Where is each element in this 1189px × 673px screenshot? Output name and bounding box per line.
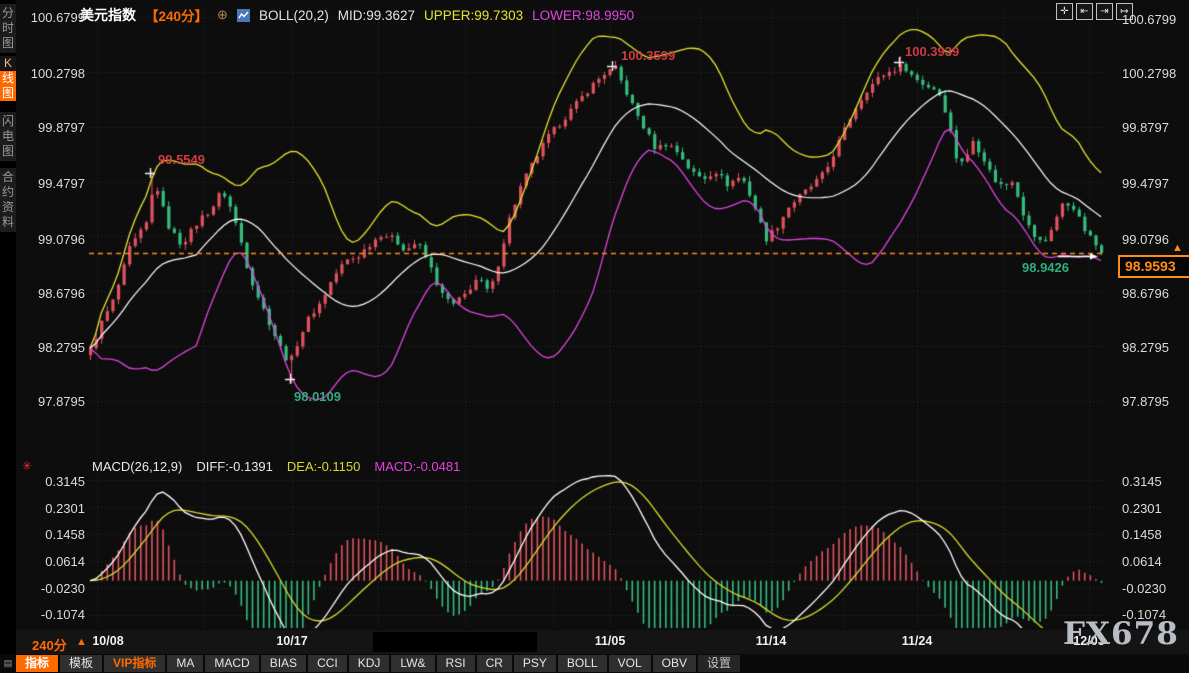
panel-handle-icon[interactable]: ▤ bbox=[0, 655, 16, 672]
macd-y-label-right: 0.3145 bbox=[1122, 474, 1162, 489]
axis-left-icon[interactable]: ⇤ bbox=[1076, 3, 1093, 20]
high-annotation-3: 100.3939 bbox=[905, 44, 959, 59]
y-axis-label-right: 100.2798 bbox=[1122, 66, 1176, 81]
toolbar-button-lw[interactable]: LW& bbox=[391, 655, 434, 672]
macd-y-label: 0.2301 bbox=[0, 501, 85, 516]
date-label: 11/05 bbox=[595, 634, 626, 648]
toolbar-button-macd[interactable]: MACD bbox=[205, 655, 258, 672]
macd-y-label: 0.1458 bbox=[0, 527, 85, 542]
macd-y-label: 0.0614 bbox=[0, 554, 85, 569]
indicator-chart-icon[interactable] bbox=[237, 9, 250, 22]
macd-diff-value: DIFF:-0.1391 bbox=[196, 459, 273, 474]
y-axis-label: 99.8797 bbox=[0, 120, 85, 135]
date-label: 11/14 bbox=[756, 634, 787, 648]
chart-header: 美元指数 【240分】 ⊕ BOLL(20,2) MID:99.3627 UPP… bbox=[80, 6, 634, 24]
macd-y-label: 0.3145 bbox=[0, 474, 85, 489]
toolbar-button-psy[interactable]: PSY bbox=[514, 655, 556, 672]
y-axis-label: 100.2798 bbox=[0, 66, 85, 81]
boll-indicator-label: BOLL(20,2) bbox=[259, 8, 329, 23]
compare-icon[interactable]: ⊕ bbox=[217, 7, 228, 23]
toolbar-button-vol[interactable]: VOL bbox=[609, 655, 651, 672]
low-annotation-1: 98.0109 bbox=[294, 389, 341, 404]
last-price-box: 98.9593 bbox=[1118, 255, 1189, 278]
chart-application: 分时图 K 线图 闪电图 合约资料 美元指数 【240分】 ⊕ BOLL(20,… bbox=[0, 0, 1189, 673]
y-axis-label: 97.8795 bbox=[0, 394, 85, 409]
crosshair-icon[interactable]: ✛ bbox=[1056, 3, 1073, 20]
boll-upper-value: UPPER:99.7303 bbox=[424, 8, 523, 23]
macd-y-label-right: -0.0230 bbox=[1122, 581, 1166, 596]
toolbar-button-kdj[interactable]: KDJ bbox=[349, 655, 390, 672]
toolbar-button-boll[interactable]: BOLL bbox=[558, 655, 607, 672]
macd-y-label: -0.1074 bbox=[0, 607, 85, 622]
macd-params-label: MACD(26,12,9) bbox=[92, 459, 182, 474]
macd-y-label-right: 0.2301 bbox=[1122, 501, 1162, 516]
symbol-title: 美元指数 bbox=[80, 5, 136, 25]
axis-right-icon[interactable]: ⇥ bbox=[1096, 3, 1113, 20]
y-axis-label-right: 100.6799 bbox=[1122, 12, 1176, 27]
toolbar-button-template[interactable]: 模板 bbox=[60, 655, 102, 672]
y-axis-label-right: 98.6796 bbox=[1122, 286, 1169, 301]
price-up-arrow-icon: ▲ bbox=[1172, 242, 1183, 254]
y-axis-label-right: 97.8795 bbox=[1122, 394, 1169, 409]
y-axis-label: 98.6796 bbox=[0, 286, 85, 301]
y-axis-label: 99.0796 bbox=[0, 232, 85, 247]
toolbar-button-settings[interactable]: 设置 bbox=[698, 655, 740, 672]
y-axis-label-right: 99.8797 bbox=[1122, 120, 1169, 135]
toolbar-button-bias[interactable]: BIAS bbox=[261, 655, 306, 672]
toolbar-button-vip-indicator[interactable]: VIP指标 bbox=[104, 655, 165, 672]
interval-up-icon[interactable]: ▲ bbox=[76, 636, 87, 648]
high-annotation-1: 99.5549 bbox=[158, 152, 205, 167]
macd-y-label-right: 0.0614 bbox=[1122, 554, 1162, 569]
y-axis-label-right: 99.0796 bbox=[1122, 232, 1169, 247]
date-label: 11/24 bbox=[902, 634, 933, 648]
y-axis-label-right: 99.4797 bbox=[1122, 176, 1169, 191]
redaction-box bbox=[373, 632, 537, 652]
date-label: 10/08 bbox=[92, 634, 123, 648]
toolbar-button-rsi[interactable]: RSI bbox=[437, 655, 475, 672]
date-label: 10/17 bbox=[276, 634, 307, 648]
toolbar-button-cr[interactable]: CR bbox=[477, 655, 512, 672]
toolbar-button-cci[interactable]: CCI bbox=[308, 655, 347, 672]
macd-dea-value: DEA:-0.1150 bbox=[287, 459, 360, 474]
indicator-toolbar: ▤ 指标 模板 VIP指标 MA MACD BIAS CCI KDJ LW& R… bbox=[0, 654, 1189, 673]
boll-lower-value: LOWER:98.9950 bbox=[532, 8, 634, 23]
toolbar-button-ma[interactable]: MA bbox=[167, 655, 203, 672]
y-axis-label: 100.6799 bbox=[0, 10, 85, 25]
macd-y-label: -0.0230 bbox=[0, 581, 85, 596]
toolbar-button-indicator[interactable]: 指标 bbox=[16, 655, 58, 672]
fx678-watermark: FX678 bbox=[1063, 616, 1179, 652]
boll-mid-value: MID:99.3627 bbox=[338, 8, 415, 23]
toolbar-button-obv[interactable]: OBV bbox=[653, 655, 696, 672]
interval-label[interactable]: 240分 bbox=[32, 635, 67, 654]
y-axis-label: 98.2795 bbox=[0, 340, 85, 355]
macd-macd-value: MACD:-0.0481 bbox=[374, 459, 460, 474]
period-label[interactable]: 【240分】 bbox=[145, 5, 208, 25]
chart-canvas[interactable] bbox=[0, 0, 1189, 673]
y-axis-label: 99.4797 bbox=[0, 176, 85, 191]
macd-y-label-right: 0.1458 bbox=[1122, 527, 1162, 542]
left-sidebar: 分时图 K 线图 闪电图 合约资料 bbox=[0, 0, 16, 673]
high-annotation-2: 100.3599 bbox=[621, 48, 675, 63]
y-axis-label-right: 98.2795 bbox=[1122, 340, 1169, 355]
low-annotation-2: 98.9426 bbox=[1022, 260, 1069, 275]
macd-settings-icon[interactable]: ✳ bbox=[22, 459, 32, 473]
macd-header: MACD(26,12,9) DIFF:-0.1391 DEA:-0.1150 M… bbox=[92, 459, 460, 474]
